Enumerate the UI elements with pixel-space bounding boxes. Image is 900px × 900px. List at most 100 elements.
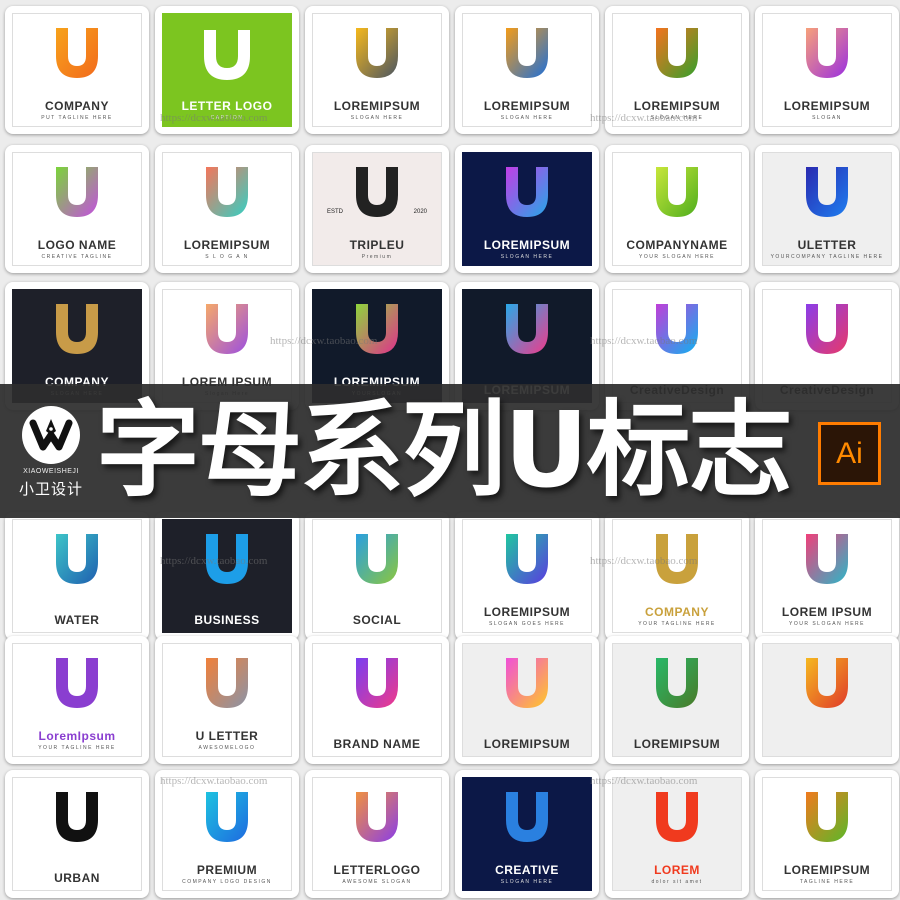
logo-title: LOREMIPSUM: [633, 99, 721, 113]
logo-tagline: COMPANY LOGO DESIGN: [182, 879, 272, 885]
logo-tagline: PUT TAGLINE HERE: [41, 115, 113, 121]
logo-tagline: AWESOMELOGO: [198, 745, 256, 751]
letter-u-logo-icon: [806, 28, 848, 78]
logo-card[interactable]: CREATIVE SLOGAN HERE: [455, 770, 599, 898]
logo-tagline: YOURCOMPANY TAGLINE HERE: [770, 254, 884, 260]
logo-card-canvas: LOREMIPSUM TAGLINE HERE: [762, 777, 892, 891]
logo-card-canvas: LOREM dolor sit amet: [612, 777, 742, 891]
logo-card[interactable]: LoremIpsum YOUR TAGLINE HERE: [5, 636, 149, 764]
logo-card[interactable]: LOREMIPSUM TAGLINE HERE: [755, 770, 899, 898]
letter-u-logo-icon: [656, 534, 698, 584]
logo-title: BUSINESS: [194, 613, 260, 627]
logo-tagline: YOUR TAGLINE HERE: [38, 745, 116, 751]
logo-card[interactable]: BUSINESS: [155, 512, 299, 640]
logo-card[interactable]: LOREMIPSUM S L O G A N: [155, 145, 299, 273]
logo-card[interactable]: [755, 636, 899, 764]
logo-title: LoremIpsum: [38, 729, 116, 743]
logo-card[interactable]: LOREM IPSUM YOUR SLOGAN HERE: [755, 512, 899, 640]
letter-u-logo-icon: [506, 167, 548, 217]
logo-tagline: SLOGAN HERE: [500, 254, 554, 260]
logo-tagline: YOUR SLOGAN HERE: [639, 254, 715, 260]
logo-title: LOREMIPSUM: [483, 737, 571, 751]
letter-u-logo-icon: [506, 792, 548, 842]
logo-card[interactable]: LETTER LOGO CAPTION: [155, 6, 299, 134]
logo-card[interactable]: SOCIAL: [305, 512, 449, 640]
logo-title: LOREMIPSUM: [483, 99, 571, 113]
logo-card[interactable]: COMPANY YOUR TAGLINE HERE: [605, 512, 749, 640]
logo-card-canvas: URBAN: [12, 777, 142, 891]
logo-card-canvas: WATER: [12, 519, 142, 633]
logo-card[interactable]: LOREMIPSUM: [455, 636, 599, 764]
logo-title: WATER: [54, 613, 100, 627]
logo-title: LOREMIPSUM: [333, 99, 421, 113]
logo-tagline: TAGLINE HERE: [799, 879, 855, 885]
letter-u-logo-icon: [356, 167, 398, 217]
banner-title: 字母系列U标志: [96, 389, 792, 511]
letter-u-logo-icon: [56, 658, 98, 708]
logo-card-canvas: LOREMIPSUM S L O G A N: [162, 152, 292, 266]
logo-title: LETTERLOGO: [333, 863, 421, 877]
logo-card[interactable]: COMPANY PUT TAGLINE HERE: [5, 6, 149, 134]
letter-u-logo-icon: [656, 304, 698, 354]
logo-title: PREMIUM: [196, 863, 258, 877]
letter-u-logo-icon: [356, 792, 398, 842]
illustrator-ai-icon: Ai: [818, 422, 881, 485]
logo-card[interactable]: LOREMIPSUM SLOGAN HERE: [305, 6, 449, 134]
letter-u-logo-icon: [206, 304, 248, 354]
logo-card-canvas: LOGO NAME CREATIVE TAGLINE: [12, 152, 142, 266]
logo-card[interactable]: LETTERLOGO AWESOME SLOGAN: [305, 770, 449, 898]
logo-tagline: SLOGAN HERE: [650, 115, 704, 121]
logo-title: COMPANY: [45, 99, 109, 113]
logo-card[interactable]: LOREMIPSUM: [605, 636, 749, 764]
logo-card[interactable]: LOREMIPSUM SLOGAN HERE: [605, 6, 749, 134]
letter-u-logo-icon: [806, 658, 848, 708]
logo-card-canvas: LETTERLOGO AWESOME SLOGAN: [312, 777, 442, 891]
letter-u-logo-icon: [506, 658, 548, 708]
logo-card-canvas: LOREMIPSUM SLOGAN HERE: [462, 13, 592, 127]
letter-u-logo-icon: [656, 28, 698, 78]
logo-card[interactable]: U LETTER AWESOMELOGO: [155, 636, 299, 764]
letter-u-logo-icon: [206, 658, 248, 708]
logo-card[interactable]: ULETTER YOURCOMPANY TAGLINE HERE: [755, 145, 899, 273]
logo-card[interactable]: LOREMIPSUM SLOGAN GOES HERE: [455, 512, 599, 640]
logo-card-canvas: COMPANY YOUR TAGLINE HERE: [612, 519, 742, 633]
letter-u-logo-icon: [506, 304, 548, 354]
logo-tagline: SLOGAN HERE: [500, 879, 554, 885]
letter-u-logo-icon: [206, 792, 248, 842]
logo-tagline: Premium: [361, 254, 393, 260]
logo-card[interactable]: LOREMIPSUM SLOGAN HERE: [455, 6, 599, 134]
letter-u-logo-icon: [206, 534, 248, 584]
logo-card[interactable]: BRAND NAME: [305, 636, 449, 764]
logo-card[interactable]: LOREMIPSUM SLOGAN HERE: [455, 145, 599, 273]
logo-card[interactable]: URBAN: [5, 770, 149, 898]
logo-card[interactable]: COMPANYNAME YOUR SLOGAN HERE: [605, 145, 749, 273]
logo-tagline: dolor sit amet: [651, 879, 703, 885]
pen-nib-w-icon: [29, 419, 73, 451]
logo-title: LOREM: [654, 863, 700, 877]
logo-card-canvas: LOREMIPSUM: [612, 643, 742, 757]
letter-u-logo-icon: [56, 28, 98, 78]
logo-tagline: SLOGAN HERE: [350, 115, 404, 121]
letter-u-logo-icon: [506, 28, 548, 78]
logo-card-canvas: LoremIpsum YOUR TAGLINE HERE: [12, 643, 142, 757]
logo-tagline: CAPTION: [210, 115, 244, 121]
letter-u-logo-icon: [356, 28, 398, 78]
logo-estd-label: ESTD: [327, 209, 344, 215]
logo-card-canvas: LOREMIPSUM SLOGAN GOES HERE: [462, 519, 592, 633]
logo-card[interactable]: LOGO NAME CREATIVE TAGLINE: [5, 145, 149, 273]
logo-tagline: AWESOME SLOGAN: [342, 879, 412, 885]
logo-title: LOREMIPSUM: [783, 863, 871, 877]
logo-card[interactable]: LOREM dolor sit amet: [605, 770, 749, 898]
logo-card[interactable]: WATER: [5, 512, 149, 640]
logo-card[interactable]: ESTD 2020 TRIPLEU Premium: [305, 145, 449, 273]
logo-tagline: CREATIVE TAGLINE: [41, 254, 113, 260]
logo-title: LOREMIPSUM: [183, 238, 271, 252]
logo-card[interactable]: LOREMIPSUM SLOGAN: [755, 6, 899, 134]
letter-u-logo-icon: [56, 304, 98, 354]
logo-title: LOREMIPSUM: [483, 238, 571, 252]
letter-u-logo-icon: [656, 658, 698, 708]
logo-card[interactable]: PREMIUM COMPANY LOGO DESIGN: [155, 770, 299, 898]
logo-card-canvas: U LETTER AWESOMELOGO: [162, 643, 292, 757]
ai-badge-label: Ai: [836, 436, 863, 470]
logo-card-canvas: LOREMIPSUM SLOGAN: [762, 13, 892, 127]
